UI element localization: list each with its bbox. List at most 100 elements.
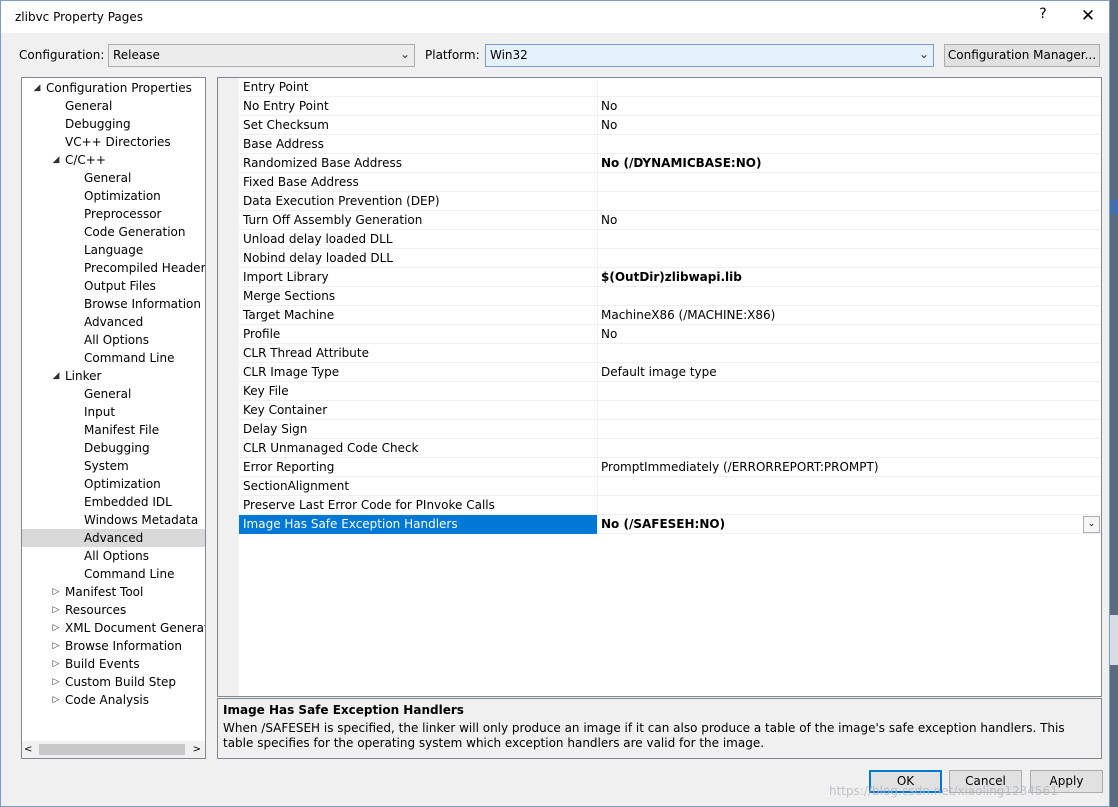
property-value[interactable]	[601, 230, 1071, 249]
property-row[interactable]: Preserve Last Error Code for PInvoke Cal…	[239, 496, 1101, 515]
collapsed-triangle-icon[interactable]: ▷	[51, 583, 61, 601]
property-value[interactable]: No	[601, 211, 1071, 230]
close-button[interactable]: ✕	[1071, 4, 1105, 28]
tree-item-cpp-language[interactable]: Language	[22, 241, 205, 259]
property-row[interactable]: Delay Sign	[239, 420, 1101, 439]
property-row[interactable]: Image Has Safe Exception Handlers No (/SA…	[239, 515, 1101, 534]
property-row[interactable]: Base Address	[239, 135, 1101, 154]
tree-item-xml-document-generator[interactable]: ▷ XML Document Generator	[22, 619, 205, 637]
tree-item-linker-all-options[interactable]: All Options	[22, 547, 205, 565]
collapsed-triangle-icon[interactable]: ▷	[51, 619, 61, 637]
property-value[interactable]: No	[601, 116, 1071, 135]
tree-item-build-events[interactable]: ▷ Build Events	[22, 655, 205, 673]
property-row[interactable]: Unload delay loaded DLL	[239, 230, 1101, 249]
property-value[interactable]	[601, 135, 1071, 154]
property-row[interactable]: Target Machine MachineX86 (/MACHINE:X86)	[239, 306, 1101, 325]
tree-item-cpp-general[interactable]: General	[22, 169, 205, 187]
tree-item-vcpp-directories[interactable]: VC++ Directories	[22, 133, 205, 151]
tree-item-cpp-code-generation[interactable]: Code Generation	[22, 223, 205, 241]
property-value[interactable]	[601, 173, 1071, 192]
property-row[interactable]: Import Library $(OutDir)zlibwapi.lib	[239, 268, 1101, 287]
tree-item-linker[interactable]: ◢ Linker	[22, 367, 205, 385]
tree-item-linker-optimization[interactable]: Optimization	[22, 475, 205, 493]
property-value[interactable]	[601, 439, 1071, 458]
property-row[interactable]: CLR Unmanaged Code Check	[239, 439, 1101, 458]
property-row[interactable]: Data Execution Prevention (DEP)	[239, 192, 1101, 211]
tree-item-cpp-all-options[interactable]: All Options	[22, 331, 205, 349]
tree-item-linker-advanced[interactable]: Advanced	[22, 529, 205, 547]
property-value[interactable]: Default image type	[601, 363, 1071, 382]
tree-item-debugging[interactable]: Debugging	[22, 115, 205, 133]
property-value[interactable]	[601, 192, 1071, 211]
property-value[interactable]	[601, 477, 1071, 496]
property-row[interactable]: Nobind delay loaded DLL	[239, 249, 1101, 268]
property-value[interactable]	[601, 344, 1071, 363]
property-value[interactable]	[601, 287, 1071, 306]
platform-select[interactable]: Win32 ⌄	[485, 44, 934, 67]
property-value[interactable]: MachineX86 (/MACHINE:X86)	[601, 306, 1071, 325]
scroll-right-arrow-icon[interactable]: >	[193, 741, 201, 758]
tree-item-cpp-preprocessor[interactable]: Preprocessor	[22, 205, 205, 223]
tree-horizontal-scrollbar[interactable]: < >	[22, 741, 205, 758]
tree-item-linker-windows-metadata[interactable]: Windows Metadata	[22, 511, 205, 529]
tree-item-custom-build-step[interactable]: ▷ Custom Build Step	[22, 673, 205, 691]
tree-item-manifest-tool[interactable]: ▷ Manifest Tool	[22, 583, 205, 601]
property-value[interactable]: No (/DYNAMICBASE:NO)	[601, 154, 1071, 173]
help-button[interactable]: ?	[1029, 6, 1057, 28]
property-value[interactable]	[601, 420, 1071, 439]
tree-item-configuration-properties[interactable]: ◢ Configuration Properties	[22, 79, 205, 97]
property-value[interactable]: PromptImmediately (/ERRORREPORT:PROMPT)	[601, 458, 1071, 477]
tree-item-cpp-output-files[interactable]: Output Files	[22, 277, 205, 295]
value-dropdown-button[interactable]: ⌄	[1083, 516, 1100, 533]
tree-item-linker-embedded-idl[interactable]: Embedded IDL	[22, 493, 205, 511]
property-value[interactable]	[601, 401, 1071, 420]
scroll-left-arrow-icon[interactable]: <	[24, 741, 32, 758]
collapsed-triangle-icon[interactable]: ▷	[51, 673, 61, 691]
tree-item-cpp-precompiled-headers[interactable]: Precompiled Headers	[22, 259, 205, 277]
collapsed-triangle-icon[interactable]: ▷	[51, 637, 61, 655]
property-row[interactable]: Entry Point	[239, 78, 1101, 97]
property-row[interactable]: No Entry Point No	[239, 97, 1101, 116]
property-value[interactable]	[601, 249, 1071, 268]
property-row[interactable]: Error Reporting PromptImmediately (/ERROR…	[239, 458, 1101, 477]
tree-item-linker-command-line[interactable]: Command Line	[22, 565, 205, 583]
tree-item-linker-manifest-file[interactable]: Manifest File	[22, 421, 205, 439]
property-row[interactable]: Set Checksum No	[239, 116, 1101, 135]
property-row[interactable]: Turn Off Assembly Generation No	[239, 211, 1101, 230]
tree-item-linker-debugging[interactable]: Debugging	[22, 439, 205, 457]
expanded-triangle-icon[interactable]: ◢	[32, 79, 42, 97]
tree-item-code-analysis[interactable]: ▷ Code Analysis	[22, 691, 205, 709]
property-row[interactable]: Profile No	[239, 325, 1101, 344]
property-row[interactable]: CLR Thread Attribute	[239, 344, 1101, 363]
tree-item-cpp-command-line[interactable]: Command Line	[22, 349, 205, 367]
property-value[interactable]	[601, 496, 1071, 515]
property-value[interactable]: No	[601, 97, 1071, 116]
collapsed-triangle-icon[interactable]: ▷	[51, 655, 61, 673]
property-row[interactable]: Merge Sections	[239, 287, 1101, 306]
collapsed-triangle-icon[interactable]: ▷	[51, 691, 61, 709]
property-value[interactable]: $(OutDir)zlibwapi.lib	[601, 268, 1071, 287]
configuration-manager-button[interactable]: Configuration Manager...	[944, 44, 1100, 67]
property-row[interactable]: CLR Image Type Default image type	[239, 363, 1101, 382]
property-row[interactable]: Fixed Base Address	[239, 173, 1101, 192]
expanded-triangle-icon[interactable]: ◢	[51, 367, 61, 385]
property-value[interactable]	[601, 78, 1071, 97]
tree-item-cpp-advanced[interactable]: Advanced	[22, 313, 205, 331]
tree-item-cpp[interactable]: ◢ C/C++	[22, 151, 205, 169]
tree-item-browse-information[interactable]: ▷ Browse Information	[22, 637, 205, 655]
tree-item-general[interactable]: General	[22, 97, 205, 115]
property-row[interactable]: Key Container	[239, 401, 1101, 420]
tree-item-linker-system[interactable]: System	[22, 457, 205, 475]
tree-item-cpp-browse-information[interactable]: Browse Information	[22, 295, 205, 313]
property-value[interactable]	[601, 382, 1071, 401]
property-value[interactable]: No	[601, 325, 1071, 344]
tree-item-linker-input[interactable]: Input	[22, 403, 205, 421]
property-row[interactable]: SectionAlignment	[239, 477, 1101, 496]
configuration-select[interactable]: Release ⌄	[108, 44, 415, 67]
property-value[interactable]: No (/SAFESEH:NO)	[601, 515, 1071, 534]
property-row[interactable]: Key File	[239, 382, 1101, 401]
tree-item-resources[interactable]: ▷ Resources	[22, 601, 205, 619]
tree-item-cpp-optimization[interactable]: Optimization	[22, 187, 205, 205]
collapsed-triangle-icon[interactable]: ▷	[51, 601, 61, 619]
expanded-triangle-icon[interactable]: ◢	[51, 151, 61, 169]
